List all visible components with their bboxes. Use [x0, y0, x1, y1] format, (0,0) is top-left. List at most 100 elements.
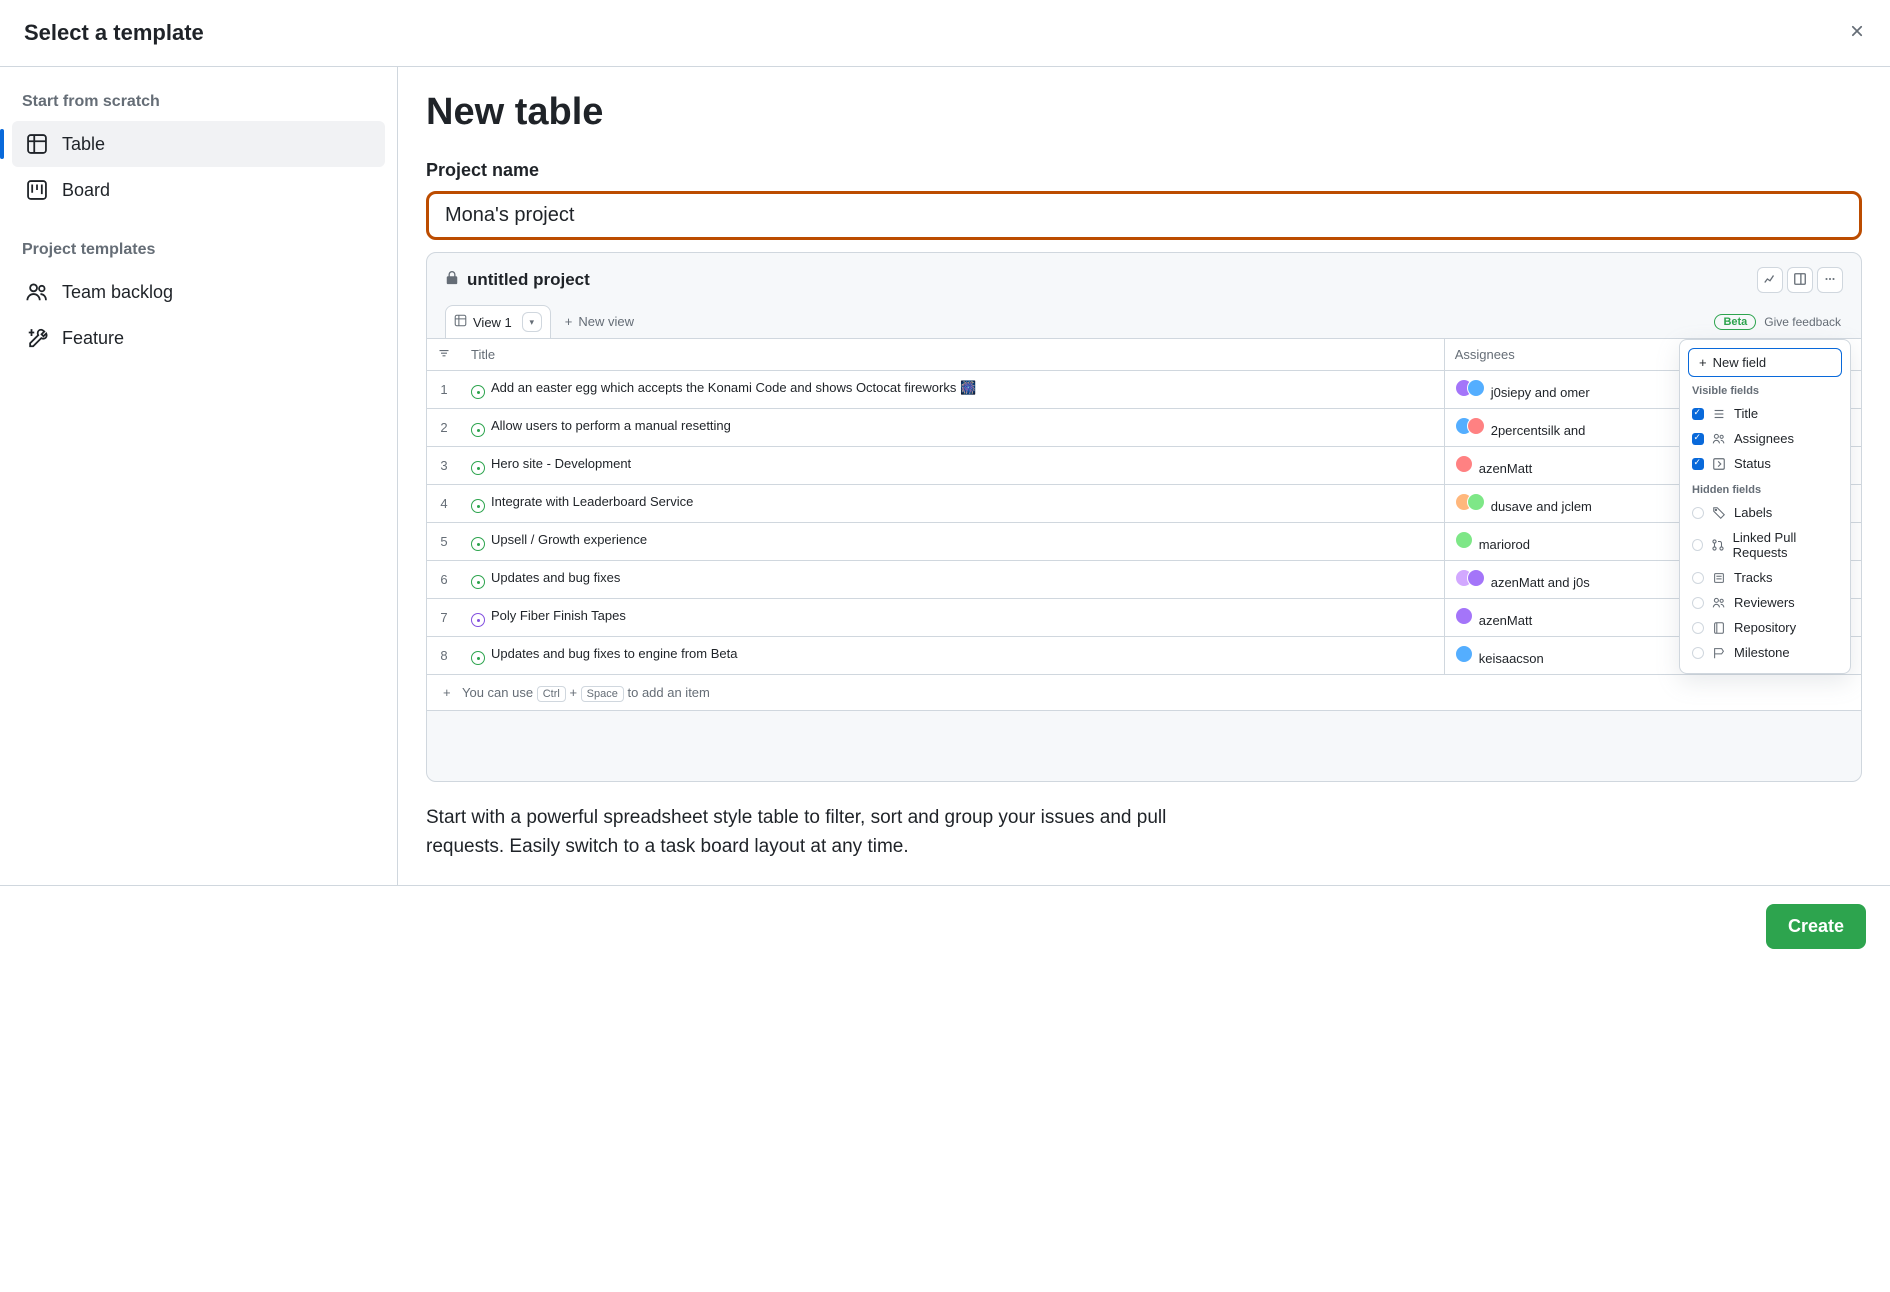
new-field-label: New field: [1713, 355, 1766, 370]
row-index: 2: [427, 409, 461, 447]
avatar-stack: [1455, 455, 1473, 473]
avatar-stack: [1455, 607, 1473, 625]
table-row[interactable]: 7 Poly Fiber Finish Tapes azenMatt: [427, 599, 1861, 637]
new-view-label: New view: [578, 314, 634, 329]
issue-status-icon: [471, 423, 485, 437]
row-index: 7: [427, 599, 461, 637]
col-title[interactable]: Title: [461, 339, 1444, 371]
field-toggle-title[interactable]: Title: [1688, 401, 1842, 426]
field-toggle-repository[interactable]: Repository: [1688, 615, 1842, 640]
issue-status-icon: [471, 385, 485, 399]
row-index: 5: [427, 523, 461, 561]
avatar-stack: [1455, 379, 1485, 397]
table-row[interactable]: 3 Hero site - Development azenMatt: [427, 447, 1861, 485]
sidebar-item-label: Board: [62, 180, 110, 201]
sidebar: Start from scratch Table Board Project t…: [0, 67, 398, 885]
more-button[interactable]: [1817, 267, 1843, 293]
hidden-fields-heading: Hidden fields: [1688, 476, 1842, 500]
panel-icon: [1793, 272, 1807, 289]
field-toggle-milestone[interactable]: Milestone: [1688, 640, 1842, 665]
sidebar-item-feature[interactable]: Feature: [12, 315, 385, 361]
avatar-stack: [1455, 417, 1485, 435]
field-toggle-tracks[interactable]: Tracks: [1688, 565, 1842, 590]
field-label: Labels: [1734, 505, 1772, 520]
new-view-button[interactable]: + New view: [565, 314, 634, 329]
add-item-row[interactable]: + You can use Ctrl + Space to add an ite…: [427, 675, 1861, 711]
table-row[interactable]: 4 Integrate with Leaderboard Service dus…: [427, 485, 1861, 523]
template-description: Start with a powerful spreadsheet style …: [426, 804, 1246, 861]
checkbox-off-icon: [1692, 622, 1704, 634]
tab-caret[interactable]: ▾: [522, 312, 542, 332]
field-type-icon: [1712, 646, 1726, 660]
sidebar-item-team-backlog[interactable]: Team backlog: [12, 269, 385, 315]
row-title[interactable]: Upsell / Growth experience: [461, 523, 1444, 561]
sidebar-item-table[interactable]: Table: [12, 121, 385, 167]
field-label: Assignees: [1734, 431, 1794, 446]
plus-icon: +: [1699, 355, 1707, 370]
project-name-label: Project name: [426, 160, 1862, 181]
filter-icon: [438, 347, 450, 362]
lock-icon: [445, 270, 459, 290]
preview-project-title: untitled project: [467, 270, 590, 290]
row-title[interactable]: Integrate with Leaderboard Service: [461, 485, 1444, 523]
board-icon: [26, 179, 48, 201]
fields-popover: + New field Visible fields Title Assigne…: [1679, 339, 1851, 674]
add-hint-pre: You can use: [462, 685, 533, 700]
field-type-icon: [1712, 407, 1726, 421]
close-button[interactable]: [1848, 20, 1866, 46]
field-type-icon: [1712, 457, 1726, 471]
row-title[interactable]: Poly Fiber Finish Tapes: [461, 599, 1444, 637]
row-index: 1: [427, 371, 461, 409]
checkbox-off-icon: [1692, 572, 1704, 584]
row-title[interactable]: Hero site - Development: [461, 447, 1444, 485]
row-title[interactable]: Add an easter egg which accepts the Kona…: [461, 371, 1444, 409]
field-toggle-linked-pull-requests[interactable]: Linked Pull Requests: [1688, 525, 1842, 565]
field-label: Linked Pull Requests: [1733, 530, 1838, 560]
field-type-icon: [1712, 506, 1726, 520]
create-button[interactable]: Create: [1766, 904, 1866, 949]
checkbox-off-icon: [1692, 507, 1704, 519]
table-row[interactable]: 2 Allow users to perform a manual resett…: [427, 409, 1861, 447]
field-type-icon: [1712, 621, 1726, 635]
row-title[interactable]: Allow users to perform a manual resettin…: [461, 409, 1444, 447]
project-name-input[interactable]: [426, 191, 1862, 240]
field-toggle-assignees[interactable]: Assignees: [1688, 426, 1842, 451]
content-pane: New table Project name untitled project: [398, 67, 1890, 885]
tab-view[interactable]: View 1 ▾: [445, 305, 551, 338]
plus-icon: +: [565, 314, 573, 329]
field-type-icon: [1712, 596, 1726, 610]
panel-button[interactable]: [1787, 267, 1813, 293]
close-icon: [1848, 20, 1866, 45]
table-row[interactable]: 6 Updates and bug fixes azenMatt and j0s: [427, 561, 1861, 599]
field-toggle-status[interactable]: Status: [1688, 451, 1842, 476]
chart-line-icon: [1763, 272, 1777, 289]
tools-icon: [26, 327, 48, 349]
new-field-button[interactable]: + New field: [1688, 348, 1842, 377]
preview-table: Title Assignees Status 1 Add an easter e…: [427, 338, 1861, 675]
kebab-icon: [1823, 272, 1837, 289]
field-toggle-reviewers[interactable]: Reviewers: [1688, 590, 1842, 615]
table-row[interactable]: 5 Upsell / Growth experience mariorod: [427, 523, 1861, 561]
issue-status-icon: [471, 651, 485, 665]
issue-status-icon: [471, 537, 485, 551]
field-type-icon: [1712, 432, 1726, 446]
table-row[interactable]: 8 Updates and bug fixes to engine from B…: [427, 637, 1861, 675]
filter-header[interactable]: [427, 339, 461, 371]
row-title[interactable]: Updates and bug fixes: [461, 561, 1444, 599]
checkbox-on-icon: [1692, 458, 1704, 470]
field-label: Reviewers: [1734, 595, 1795, 610]
page-title: Select a template: [24, 20, 204, 46]
field-label: Status: [1734, 456, 1771, 471]
row-title[interactable]: Updates and bug fixes to engine from Bet…: [461, 637, 1444, 675]
checkbox-off-icon: [1692, 539, 1703, 551]
issue-status-icon: [471, 575, 485, 589]
table-row[interactable]: 1 Add an easter egg which accepts the Ko…: [427, 371, 1861, 409]
feedback-link[interactable]: Give feedback: [1764, 315, 1841, 329]
insights-button[interactable]: [1757, 267, 1783, 293]
field-toggle-labels[interactable]: Labels: [1688, 500, 1842, 525]
sidebar-item-label: Team backlog: [62, 282, 173, 303]
checkbox-on-icon: [1692, 433, 1704, 445]
row-index: 8: [427, 637, 461, 675]
table-icon: [454, 314, 467, 330]
sidebar-item-board[interactable]: Board: [12, 167, 385, 213]
